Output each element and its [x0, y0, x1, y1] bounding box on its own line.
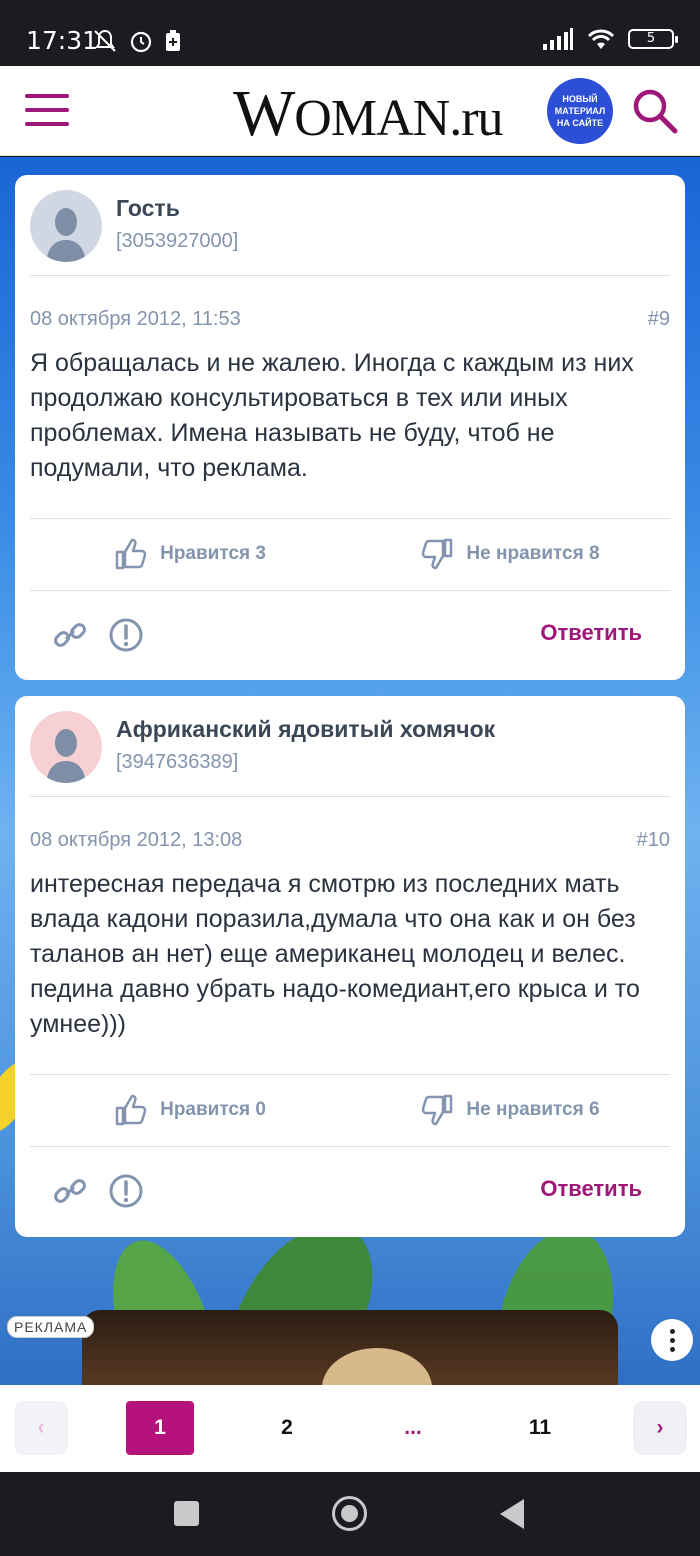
system-nav-bar	[0, 1472, 700, 1556]
thumbs-down-icon	[422, 1094, 453, 1126]
signal-icon	[543, 28, 573, 50]
report-icon[interactable]	[108, 1173, 144, 1209]
battery-indicator: 5	[628, 29, 678, 49]
more-options-icon[interactable]	[651, 1319, 693, 1361]
dislike-count: Не нравится 6	[466, 1099, 600, 1120]
like-count: Нравится 0	[160, 1099, 266, 1120]
dislike-button[interactable]: Не нравится 8	[350, 519, 670, 589]
report-icon[interactable]	[108, 617, 144, 653]
thumbs-up-icon	[115, 538, 147, 570]
back-icon[interactable]	[500, 1499, 524, 1529]
comment-user-id: [3947636389]	[116, 751, 239, 773]
dislike-count: Не нравится 8	[466, 543, 600, 564]
link-icon[interactable]	[52, 1173, 88, 1209]
like-count: Нравится 3	[160, 543, 266, 564]
menu-icon[interactable]	[25, 94, 69, 128]
page-button[interactable]: 2	[262, 1401, 312, 1455]
comment-number[interactable]: #10	[637, 829, 670, 852]
mute-bell-icon	[94, 29, 116, 52]
site-logo[interactable]: WOMAN.ru	[233, 76, 504, 152]
search-icon[interactable]	[630, 86, 680, 136]
prev-page-button[interactable]: ‹	[14, 1401, 68, 1455]
pagination: ‹ 1 2 ... 11 ›	[0, 1385, 700, 1472]
page-button-current[interactable]: 1	[126, 1401, 194, 1455]
battery-saver-icon	[166, 30, 180, 51]
status-bar: 17:31 5	[0, 0, 700, 66]
recent-apps-icon[interactable]	[174, 1501, 199, 1526]
like-button[interactable]: Нравится 3	[30, 519, 350, 589]
avatar	[30, 711, 102, 783]
page-ellipsis[interactable]: ...	[388, 1401, 438, 1455]
avatar	[30, 190, 102, 262]
ad-image[interactable]	[82, 1310, 618, 1390]
alarm-icon	[130, 31, 152, 53]
comment-user-id: [3053927000]	[116, 230, 239, 252]
comment-card: Африканский ядовитый хомячок [3947636389…	[15, 696, 685, 1237]
comment-number[interactable]: #9	[648, 308, 670, 331]
comment-author[interactable]: Гость	[116, 195, 180, 222]
comment-text: интересная передача я смотрю из последни…	[30, 870, 640, 1038]
site-header: WOMAN.ru НОВЫЙ МАТЕРИАЛ НА САЙТЕ	[0, 66, 700, 156]
reply-button[interactable]: Ответить	[540, 620, 642, 646]
comment-text: Я обращалась и не жалею. Иногда с каждым…	[30, 349, 634, 482]
comment-date: 08 октября 2012, 13:08	[30, 829, 243, 851]
comment-date: 08 октября 2012, 11:53	[30, 308, 241, 330]
thumbs-down-icon	[422, 538, 453, 570]
comment-card: Гость [3053927000] 08 октября 2012, 11:5…	[15, 175, 685, 680]
reply-button[interactable]: Ответить	[540, 1176, 642, 1202]
new-material-badge[interactable]: НОВЫЙ МАТЕРИАЛ НА САЙТЕ	[547, 78, 613, 144]
ad-label: РЕКЛАМА	[7, 1316, 95, 1338]
like-button[interactable]: Нравится 0	[30, 1075, 350, 1145]
link-icon[interactable]	[52, 617, 88, 653]
thumbs-up-icon	[115, 1094, 147, 1126]
status-time: 17:31	[26, 26, 99, 55]
comment-author[interactable]: Африканский ядовитый хомячок	[116, 716, 495, 743]
wifi-icon	[587, 29, 615, 49]
dislike-button[interactable]: Не нравится 6	[350, 1075, 670, 1145]
page-button[interactable]: 11	[514, 1401, 566, 1455]
home-icon[interactable]	[332, 1496, 367, 1531]
next-page-button[interactable]: ›	[633, 1401, 687, 1455]
